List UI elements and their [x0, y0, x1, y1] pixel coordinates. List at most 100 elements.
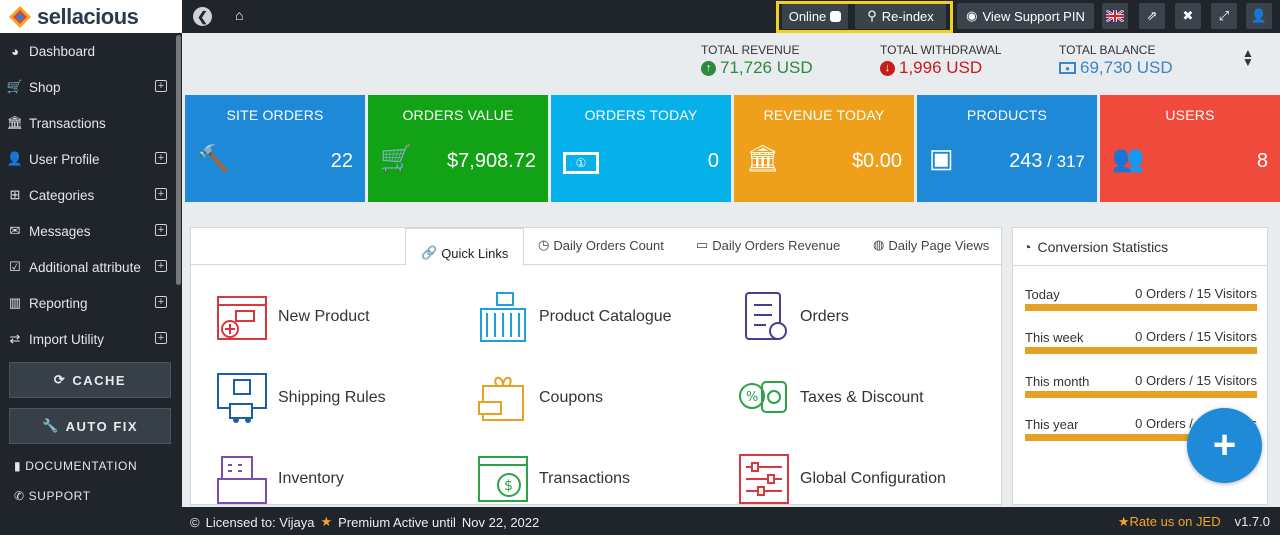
home-icon[interactable]: ⌂	[235, 7, 243, 23]
user-menu-icon[interactable]: 👤	[1246, 3, 1272, 29]
tile-site-orders[interactable]: SITE ORDERS 🔨 22	[185, 95, 365, 202]
expand-icon[interactable]: +	[155, 296, 167, 308]
auto-fix-label: AUTO FIX	[65, 418, 139, 434]
user-icon: 👤	[6, 151, 24, 166]
conversion-row-week: This week 0 Orders / 15 Visitors	[1025, 329, 1257, 354]
sitemap-icon: ⊞	[9, 187, 21, 202]
expand-icon[interactable]: +	[155, 332, 167, 344]
fullscreen-icon[interactable]: ⤢	[1211, 3, 1237, 29]
view-support-pin-button[interactable]: ◉ View Support PIN	[957, 3, 1094, 29]
sidebar-item-label: Transactions	[29, 115, 106, 131]
tile-orders-today[interactable]: ORDERS TODAY ① 0	[551, 95, 731, 202]
highlight-box	[776, 1, 953, 33]
tile-users[interactable]: USERS 👥 8	[1100, 95, 1280, 202]
tab-daily-orders-revenue[interactable]: ▭ Daily Orders Revenue	[696, 237, 840, 253]
uk-flag-icon[interactable]	[1102, 3, 1128, 29]
tile-title: ORDERS VALUE	[402, 107, 514, 123]
tab-daily-orders-count[interactable]: ◷ Daily Orders Count	[538, 237, 664, 253]
support-link[interactable]: ✆ SUPPORT	[14, 489, 91, 503]
quicklink-label: Orders	[800, 308, 849, 325]
tile-title: REVENUE TODAY	[763, 107, 885, 123]
tile-revenue-today[interactable]: REVENUE TODAY 🏛 $0.00	[734, 95, 914, 202]
sidebar-item-label: Messages	[29, 223, 91, 239]
quicklink-transactions[interactable]: $ Transactions	[477, 453, 630, 504]
conversion-row-label: Today	[1025, 287, 1060, 302]
cache-label: CACHE	[72, 372, 127, 388]
total-balance-label: TOTAL BALANCE	[1059, 43, 1156, 57]
tile-orders-value[interactable]: ORDERS VALUE 🛒 $7,908.72	[368, 95, 548, 202]
licensed-to: Licensed to: Vijaya	[205, 514, 315, 530]
wrench-icon: 🔧	[41, 418, 60, 433]
global-configuration-icon	[739, 454, 789, 504]
quicklink-shipping-rules[interactable]: Shipping Rules	[216, 372, 386, 424]
total-withdrawal: TOTAL WITHDRAWAL ↓ 1,996 USD	[880, 43, 1002, 78]
documentation-link[interactable]: ▮ DOCUMENTATION	[14, 459, 137, 473]
quicklink-product-catalogue[interactable]: Product Catalogue	[477, 291, 672, 343]
link-icon: 🔗	[421, 245, 438, 260]
total-withdrawal-value: 1,996 USD	[899, 58, 983, 77]
sort-icon[interactable]: ▲ ▼	[1242, 47, 1254, 68]
cache-button[interactable]: ⟳ CACHE	[9, 362, 171, 398]
tile-products[interactable]: PRODUCTS ▣ 243 / 317	[917, 95, 1097, 202]
sidebar-item-reporting[interactable]: ▥ Reporting +	[0, 285, 182, 321]
sidebar-item-categories[interactable]: ⊞ Categories +	[0, 177, 182, 213]
expand-icon[interactable]: +	[155, 224, 167, 236]
total-revenue: TOTAL REVENUE ↑ 71,726 USD	[701, 43, 813, 78]
cubes-icon: ▣	[929, 143, 954, 173]
tab-quick-links[interactable]: 🔗 Quick Links	[405, 228, 525, 266]
phone-icon: ✆	[14, 489, 25, 503]
sidebar-item-label: Reporting	[29, 295, 88, 311]
quicklink-label: Coupons	[539, 389, 604, 406]
quicklink-global-configuration[interactable]: Global Configuration	[738, 453, 946, 504]
sidebar-item-import-utility[interactable]: ⇄ Import Utility +	[0, 321, 182, 357]
sidebar-scrollbar[interactable]	[176, 35, 181, 285]
sidebar-item-dashboard[interactable]: ◕ Dashboard	[0, 33, 182, 69]
quicklink-new-product[interactable]: New Product	[216, 291, 370, 343]
conversion-row-value: 0 Orders / 15 Visitors	[1135, 329, 1257, 344]
exchange-icon: ⇄	[9, 331, 21, 346]
star-icon: ★	[1117, 514, 1130, 529]
tab-daily-page-views[interactable]: ◍ Daily Page Views	[873, 237, 989, 253]
footer-right: ★Rate us on JED v1.7.0	[1118, 514, 1270, 530]
tile-value: 8	[1256, 150, 1268, 172]
quicklink-taxes-discount[interactable]: % Taxes & Discount	[738, 372, 924, 424]
back-arrow-icon[interactable]: ❮	[193, 7, 212, 26]
logo[interactable]: sellacious	[0, 0, 182, 33]
joomla-icon[interactable]: ✖	[1175, 3, 1201, 29]
expand-icon[interactable]: +	[155, 260, 167, 272]
quicklink-label: Shipping Rules	[278, 389, 386, 406]
money-icon: ▭	[696, 237, 709, 252]
tab-label: Daily Orders Revenue	[712, 237, 841, 253]
clock-icon: ◷	[538, 237, 550, 252]
expand-icon[interactable]: +	[155, 188, 167, 200]
cart-plus-icon: 🛒	[380, 143, 413, 173]
svg-text:$: $	[504, 478, 513, 494]
quicklink-inventory[interactable]: Inventory	[216, 453, 344, 504]
sidebar-item-label: Dashboard	[29, 43, 96, 59]
sidebar-item-messages[interactable]: ✉ Messages +	[0, 213, 182, 249]
expand-icon[interactable]: +	[155, 80, 167, 92]
tile-value: 243 / 317	[1009, 150, 1085, 173]
conversion-row-month: This month 0 Orders / 15 Visitors	[1025, 373, 1257, 398]
tile-value: $7,908.72	[447, 150, 536, 172]
tile-value: $0.00	[851, 150, 902, 172]
pie-chart-icon: ◔	[1023, 238, 1032, 255]
quicklink-orders[interactable]: Orders	[738, 291, 849, 343]
auto-fix-button[interactable]: 🔧 AUTO FIX	[9, 408, 171, 444]
rate-us-link[interactable]: ★Rate us on JED	[1118, 514, 1221, 530]
refresh-icon: ⟳	[53, 372, 67, 387]
total-balance: TOTAL BALANCE ● 69,730 USD	[1059, 43, 1173, 78]
sidebar-item-label: Additional attribute	[29, 259, 141, 275]
quicklink-coupons[interactable]: Coupons	[477, 372, 603, 424]
sidebar-item-transactions[interactable]: 🏛 Transactions	[0, 105, 182, 141]
expand-icon[interactable]: +	[155, 152, 167, 164]
tile-value-sub: / 317	[1042, 152, 1085, 171]
conversion-row-label: This year	[1025, 417, 1079, 432]
new-product-icon	[217, 296, 267, 340]
sidebar-item-shop[interactable]: 🛒 Shop +	[0, 69, 182, 105]
sidebar-item-additional-attribute[interactable]: ☑ Additional attribute +	[0, 249, 182, 285]
sidebar-item-user-profile[interactable]: 👤 User Profile +	[0, 141, 182, 177]
add-fab-button[interactable]: +	[1187, 408, 1262, 483]
premium-status: Premium Active until	[338, 514, 456, 530]
external-link-icon[interactable]: ⇗	[1139, 3, 1165, 29]
